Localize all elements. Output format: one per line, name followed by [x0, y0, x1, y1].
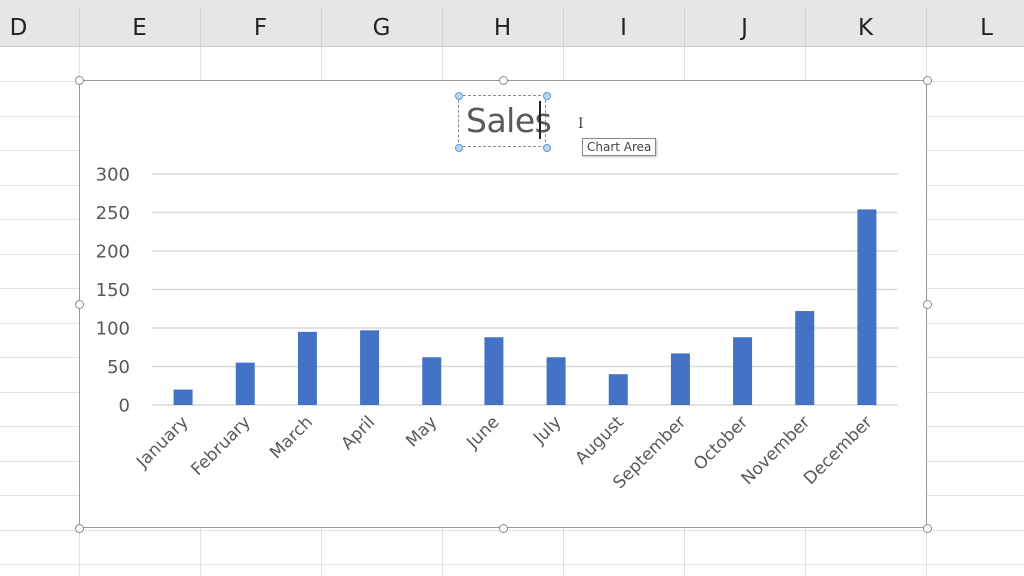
title-resize-handle-br[interactable] — [543, 144, 551, 152]
x-tick-label[interactable]: January — [132, 412, 192, 472]
x-tick-label[interactable]: October — [690, 412, 752, 474]
y-tick-label[interactable]: 250 — [96, 203, 130, 224]
bar-july[interactable] — [546, 357, 566, 405]
bar-november[interactable] — [795, 311, 815, 405]
y-tick-label[interactable]: 100 — [96, 319, 130, 340]
bar-september[interactable] — [670, 353, 690, 405]
bar-april[interactable] — [360, 330, 380, 405]
bar-may[interactable] — [422, 357, 442, 405]
title-resize-handle-tr[interactable] — [543, 92, 551, 100]
title-resize-handle-bl[interactable] — [455, 144, 463, 152]
x-tick-label[interactable]: June — [462, 412, 503, 453]
ibeam-cursor-icon: I — [578, 116, 584, 132]
bar-december[interactable] — [857, 209, 877, 405]
bar-january[interactable] — [173, 389, 193, 405]
x-tick-label[interactable]: August — [572, 412, 628, 468]
y-tick-label[interactable]: 200 — [96, 242, 130, 263]
bar-march[interactable] — [297, 331, 317, 405]
y-tick-label[interactable]: 300 — [96, 165, 130, 186]
x-tick-label[interactable]: April — [337, 412, 379, 454]
y-tick-label[interactable]: 0 — [119, 396, 130, 417]
title-resize-handle-tl[interactable] — [455, 92, 463, 100]
bar-august[interactable] — [608, 374, 628, 405]
bar-chart-plot: 0 50 100 150 200 250 300 JanuaryFebruary March Ap… — [96, 165, 898, 493]
text-cursor-caret — [539, 101, 541, 139]
x-tick-label[interactable]: July — [529, 412, 565, 448]
y-tick-label[interactable]: 50 — [107, 357, 130, 378]
y-tick-label[interactable]: 150 — [96, 280, 130, 301]
x-tick-label[interactable]: February — [187, 412, 254, 479]
chart-area-tooltip: Chart Area — [582, 138, 657, 156]
bar-october[interactable] — [733, 337, 753, 405]
x-tick-label[interactable]: May — [402, 412, 441, 451]
x-tick-label[interactable]: March — [266, 412, 317, 463]
bar-june[interactable] — [484, 337, 504, 405]
bar-february[interactable] — [235, 362, 255, 405]
